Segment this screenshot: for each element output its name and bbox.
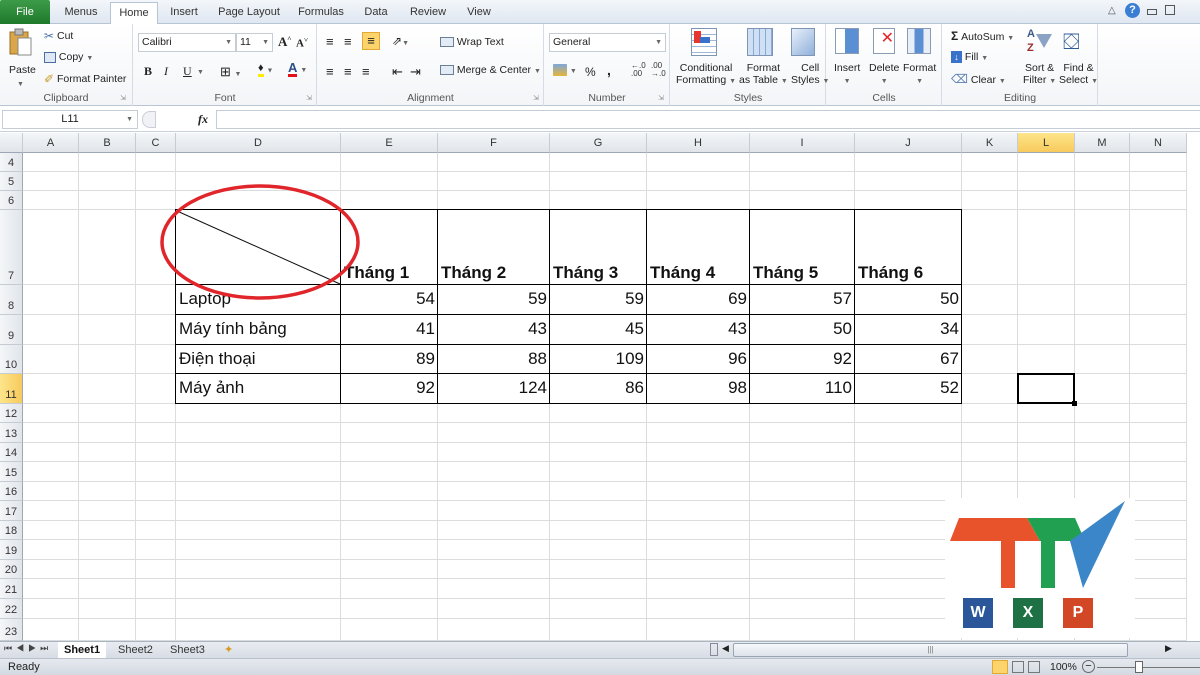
diagonal-border-line <box>176 210 341 285</box>
zoom-level[interactable]: 100% <box>1050 661 1077 673</box>
status-bar: Ready 100% − <box>0 658 1200 675</box>
page-layout-view-button[interactable] <box>1012 661 1024 673</box>
word-icon: W <box>963 598 993 628</box>
insert-sheet-icon[interactable]: ✦ <box>218 642 239 658</box>
ttv-logo: W X P <box>945 498 1135 638</box>
sheet-nav-buttons[interactable]: ⏮◀▶⏭ <box>4 643 52 654</box>
sheet-tab-bar: ⏮◀▶⏭ Sheet1 Sheet2 Sheet3 ✦ ◀ ||| ▶ <box>0 641 1200 658</box>
scroll-left-icon[interactable]: ◀ <box>722 643 729 654</box>
powerpoint-icon: P <box>1063 598 1093 628</box>
zoom-slider-thumb[interactable] <box>1135 661 1143 673</box>
sheet-tab-sheet2[interactable]: Sheet2 <box>112 642 159 658</box>
sheet-tab-sheet1[interactable]: Sheet1 <box>58 642 107 658</box>
red-ellipse-annotation <box>160 184 360 300</box>
horizontal-scrollbar-thumb[interactable]: ||| <box>733 643 1128 657</box>
ttv-letters-icon <box>950 501 1125 588</box>
normal-view-button[interactable] <box>992 660 1008 674</box>
page-break-view-button[interactable] <box>1028 661 1040 673</box>
status-ready: Ready <box>8 661 40 673</box>
scroll-right-icon[interactable]: ▶ <box>1165 643 1172 654</box>
tab-split-handle[interactable] <box>710 643 718 656</box>
excel-icon: X <box>1013 598 1043 628</box>
sheet-tab-sheet3[interactable]: Sheet3 <box>164 642 211 658</box>
zoom-out-button[interactable]: − <box>1082 660 1095 673</box>
zoom-slider-track[interactable] <box>1097 667 1200 668</box>
